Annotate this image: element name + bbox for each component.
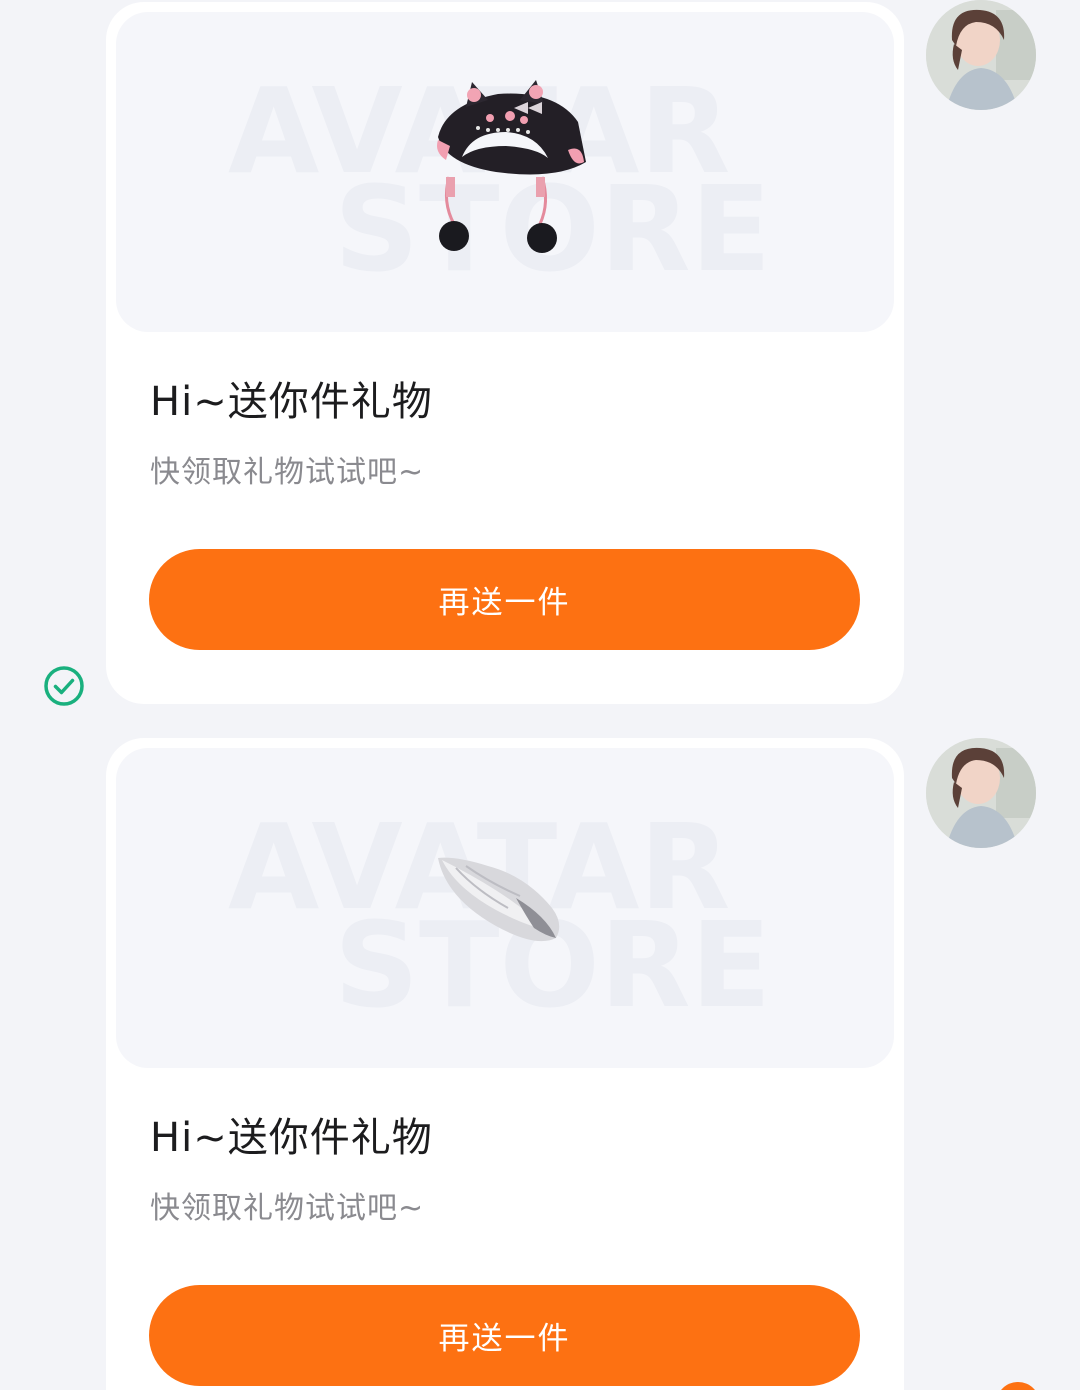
avatar-photo (926, 738, 1036, 848)
chat-page: AVATAR STORE (0, 0, 1080, 1390)
send-another-button[interactable]: 再送一件 (149, 549, 860, 650)
gift-message-card: AVATAR STORE (106, 2, 904, 704)
gift-preview[interactable]: AVATAR STORE (116, 748, 894, 1068)
cat-ear-hat-icon (437, 80, 586, 253)
floating-action-button[interactable] (996, 1382, 1040, 1390)
fluffy-tail-icon (438, 857, 560, 942)
gift-title: Hi~送你件礼物 (150, 379, 433, 425)
sender-avatar[interactable] (926, 738, 1036, 848)
gift-message-card: AVATAR STORE Hi~送你件礼物 快领取礼物试试吧~ 再送一件 (106, 738, 904, 1390)
gift-subtitle: 快领取礼物试试吧~ (150, 1191, 425, 1226)
gift-title: Hi~送你件礼物 (150, 1115, 433, 1161)
avatar-photo (926, 0, 1036, 110)
sender-avatar[interactable] (926, 0, 1036, 110)
sent-check-icon (44, 666, 84, 706)
gift-preview[interactable]: AVATAR STORE (116, 12, 894, 332)
send-another-button[interactable]: 再送一件 (149, 1285, 860, 1386)
gift-subtitle: 快领取礼物试试吧~ (150, 455, 425, 490)
